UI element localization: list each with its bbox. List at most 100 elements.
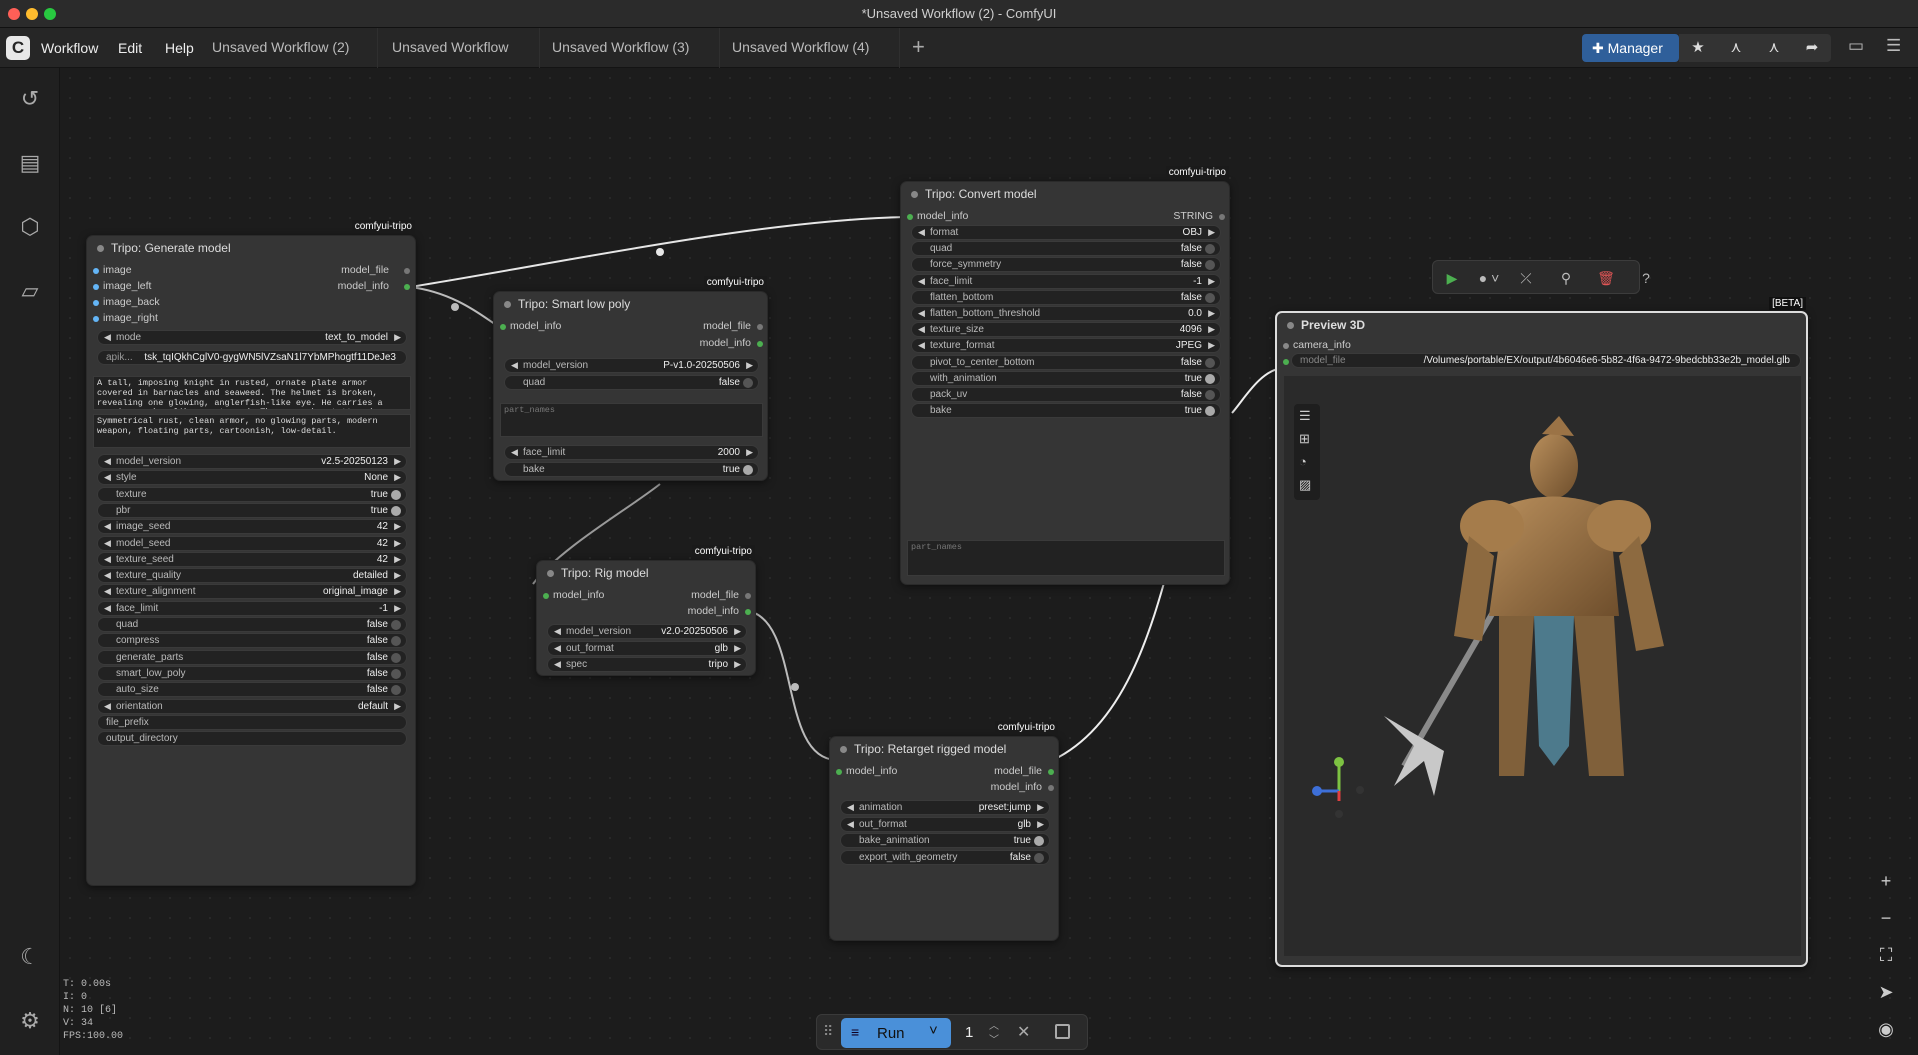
part-names-textarea[interactable]: part_names <box>500 403 763 437</box>
node-rig-model[interactable]: comfyui-tripo Tripo: Rig model model_inf… <box>536 545 756 676</box>
widget-model-version[interactable]: ◀ model_version P-v1.0-20250506 ▶ <box>504 358 759 373</box>
hamburger-menu-icon[interactable]: ☰ <box>1886 36 1901 56</box>
widget-bake[interactable]: bake true <box>504 461 759 477</box>
zoom-in-plus-icon[interactable]: + <box>1870 865 1902 897</box>
collapse-dot-icon[interactable] <box>504 301 511 308</box>
toggle-icon[interactable] <box>391 620 401 630</box>
arrow-left-icon[interactable]: ◀ <box>104 332 111 343</box>
node-title[interactable]: Preview 3D <box>1277 313 1806 337</box>
run-dropdown-chevron-icon[interactable]: ˅ <box>929 1022 938 1039</box>
tab-workflow-3[interactable]: Unsaved Workflow (3) <box>542 28 720 68</box>
widget-texture-size[interactable]: ◀ texture_size 4096 ▶ <box>911 322 1221 338</box>
node-title[interactable]: Tripo: Retarget rigged model <box>830 737 1058 761</box>
toggle-icon[interactable] <box>1205 260 1215 271</box>
slot-model-file-icon[interactable] <box>1283 359 1289 365</box>
arrow-right-icon[interactable]: ▶ <box>394 472 401 483</box>
widget-mode[interactable]: ◀ mode text_to_model ▶ <box>97 330 407 345</box>
slot-out-model-file-icon[interactable] <box>745 593 751 599</box>
widget-face-limit[interactable]: ◀ face_limit -1 ▶ <box>97 600 407 616</box>
toggle-icon[interactable] <box>743 377 753 388</box>
arrow-left-icon[interactable]: ◀ <box>104 586 111 597</box>
arrow-left-icon[interactable]: ◀ <box>104 701 111 712</box>
arrow-right-icon[interactable]: ▶ <box>734 643 741 654</box>
node-title[interactable]: Tripo: Rig model <box>537 561 755 585</box>
arrow-left-icon[interactable]: ◀ <box>104 472 111 483</box>
settings-gear-icon[interactable]: ⚙ <box>15 1006 45 1036</box>
toggle-icon[interactable] <box>391 489 401 500</box>
arrow-right-icon[interactable]: ▶ <box>1208 308 1215 319</box>
node-generate-model[interactable]: comfyui-tripo Tripo: Generate model imag… <box>86 220 416 886</box>
lambda-icon[interactable]: ⋏ <box>1717 34 1755 62</box>
toggle-icon[interactable] <box>1205 373 1215 384</box>
widget-quad[interactable]: quad false <box>504 374 759 390</box>
widget-texture[interactable]: texture true <box>97 486 407 502</box>
tab-workflow-2[interactable]: Unsaved Workflow (2) <box>202 28 378 68</box>
widget-pivot-to-center-bottom[interactable]: pivot_to_center_bottom false <box>911 354 1221 370</box>
arrow-left-icon[interactable]: ◀ <box>847 802 854 813</box>
widget-texture-format[interactable]: ◀ texture_format JPEG ▶ <box>911 338 1221 354</box>
widget-file-prefix[interactable]: file_prefix <box>97 714 407 730</box>
widget-format[interactable]: ◀ format OBJ ▶ <box>911 225 1221 240</box>
widget-output-directory[interactable]: output_directory <box>97 731 407 747</box>
arrow-left-icon[interactable]: ◀ <box>554 643 561 654</box>
widget-image-seed[interactable]: ◀ image_seed 42 ▶ <box>97 519 407 535</box>
slot-out-model-info-icon[interactable] <box>745 609 751 615</box>
toggle-icon[interactable] <box>743 464 753 475</box>
arrow-left-icon[interactable]: ◀ <box>918 340 925 351</box>
arrow-right-icon[interactable]: ▶ <box>1208 340 1215 351</box>
arrow-left-icon[interactable]: ◀ <box>104 603 111 614</box>
arrow-left-icon[interactable]: ◀ <box>918 308 925 319</box>
arrow-right-icon[interactable]: ▶ <box>734 626 741 637</box>
toggle-icon[interactable] <box>1205 357 1215 368</box>
slot-in-model-info-icon[interactable] <box>543 593 549 599</box>
toggle-icon[interactable] <box>391 505 401 516</box>
slot-out-model-info-icon[interactable] <box>404 284 410 290</box>
lambda-alt-icon[interactable]: ⋏ <box>1755 34 1793 62</box>
node-title[interactable]: Tripo: Convert model <box>901 182 1229 206</box>
help-question-icon[interactable]: ? <box>1635 267 1657 289</box>
arrow-right-icon[interactable]: ▶ <box>1208 324 1215 335</box>
collapse-dot-icon[interactable] <box>97 245 104 252</box>
widget-texture-seed[interactable]: ◀ texture_seed 42 ▶ <box>97 551 407 567</box>
prompt-textarea[interactable]: A tall, imposing knight in rusted, ornat… <box>93 376 411 410</box>
toggle-icon[interactable] <box>391 636 401 647</box>
panel-toggle-icon[interactable]: ▭ <box>1848 36 1864 56</box>
pin-icon[interactable]: ⚲ <box>1555 267 1577 289</box>
menu-edit[interactable]: Edit <box>118 40 142 56</box>
arrow-left-icon[interactable]: ◀ <box>104 570 111 581</box>
slot-image-left-icon[interactable] <box>93 284 99 290</box>
queue-list-icon[interactable]: ▤ <box>15 148 45 178</box>
collapse-dot-icon[interactable] <box>1287 322 1294 329</box>
collapse-dot-icon[interactable] <box>547 570 554 577</box>
arrow-left-icon[interactable]: ◀ <box>918 324 925 335</box>
folder-icon[interactable]: ▱ <box>15 276 45 306</box>
widget-bake-animation[interactable]: bake_animation true <box>840 833 1050 848</box>
widget-animation[interactable]: ◀ animation preset:jump ▶ <box>840 800 1050 815</box>
new-tab-plus-icon[interactable]: + <box>912 34 925 60</box>
widget-out-format[interactable]: ◀ out_format glb ▶ <box>840 816 1050 832</box>
arrow-right-icon[interactable]: ▶ <box>734 659 741 670</box>
widget-texture-alignment[interactable]: ◀ texture_alignment original_image ▶ <box>97 584 407 600</box>
widget-force-symmetry[interactable]: force_symmetry false <box>911 257 1221 273</box>
arrow-right-icon[interactable]: ▶ <box>746 447 753 458</box>
arrow-right-icon[interactable]: ▶ <box>394 603 401 614</box>
image-icon[interactable]: ▨ <box>1299 477 1311 493</box>
widget-bake[interactable]: bake true <box>911 403 1221 419</box>
run-button[interactable]: ≡ Run ˅ <box>841 1018 951 1048</box>
arrow-left-icon[interactable]: ◀ <box>104 456 111 467</box>
slot-in-model-info-icon[interactable] <box>907 214 913 220</box>
widget-pbr[interactable]: pbr true <box>97 502 407 518</box>
slot-out-model-info-icon[interactable] <box>757 341 763 347</box>
widget-quad[interactable]: quad false <box>911 241 1221 257</box>
widget-flatten-bottom[interactable]: flatten_bottom false <box>911 289 1221 305</box>
3d-viewport[interactable]: ☰ ⊞ ◔ ▨ <box>1284 376 1801 956</box>
stop-square-icon[interactable] <box>1055 1024 1070 1039</box>
toggle-icon[interactable] <box>1034 836 1044 846</box>
toggle-icon[interactable] <box>391 652 401 663</box>
arrow-right-icon[interactable]: ▶ <box>394 456 401 467</box>
widget-export-with-geometry[interactable]: export_with_geometry false <box>840 849 1050 865</box>
share-icon[interactable]: ➦ <box>1793 34 1831 62</box>
slot-image-back-icon[interactable] <box>93 300 99 306</box>
widget-model-file-path[interactable]: model_file /Volumes/portable/EX/output/4… <box>1291 353 1801 368</box>
comfyui-logo-icon[interactable]: C <box>6 36 30 60</box>
